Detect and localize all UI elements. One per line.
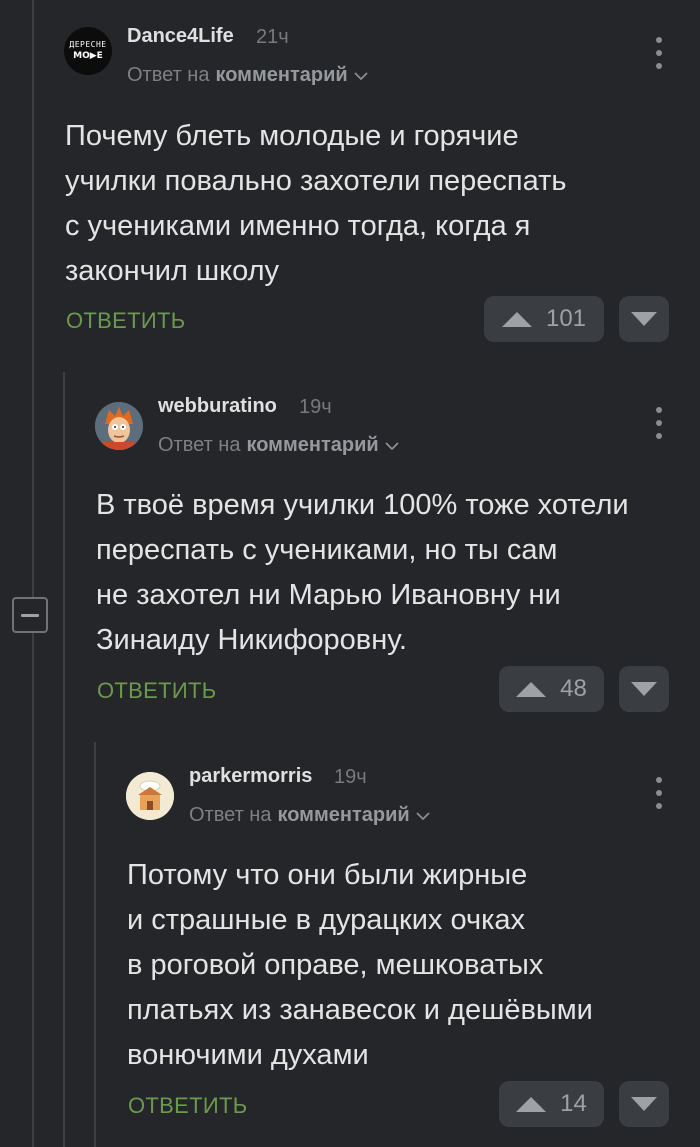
downvote-button[interactable] [619, 1081, 669, 1127]
comment-text-line: Потому что они были жирные [127, 859, 528, 891]
upvote-button[interactable]: 14 [499, 1081, 604, 1127]
comment-time: 19ч [334, 766, 367, 788]
rating-value: 14 [560, 1090, 587, 1117]
reply-to-target: комментарий [277, 804, 410, 826]
comment-text-line: вонючими духами [127, 1039, 369, 1071]
more-options-icon[interactable] [655, 777, 663, 809]
reply-button[interactable]: ОТВЕТИТЬ [128, 1093, 247, 1119]
avatar[interactable] [126, 772, 174, 820]
arrow-up-icon [516, 1097, 547, 1112]
house-avatar-image [126, 772, 174, 820]
arrow-down-icon [631, 1097, 657, 1111]
comment: parkermorris 19ч Ответ на комментарий По… [0, 0, 700, 1147]
comment-text-line: в роговой оправе, мешковатых [127, 949, 544, 981]
reply-to-link[interactable]: Ответ на комментарий [189, 804, 430, 827]
comment-text-line: и страшные в дурацких очках [127, 904, 526, 936]
chevron-down-icon [416, 804, 430, 827]
comment-author[interactable]: parkermorris [189, 765, 312, 788]
comment-text-line: платьях из занавесок и дешёвыми [127, 994, 593, 1026]
reply-to-prefix: Ответ на [189, 804, 272, 826]
comment-text: Потому что они были жирные и страшные в … [127, 853, 593, 1078]
